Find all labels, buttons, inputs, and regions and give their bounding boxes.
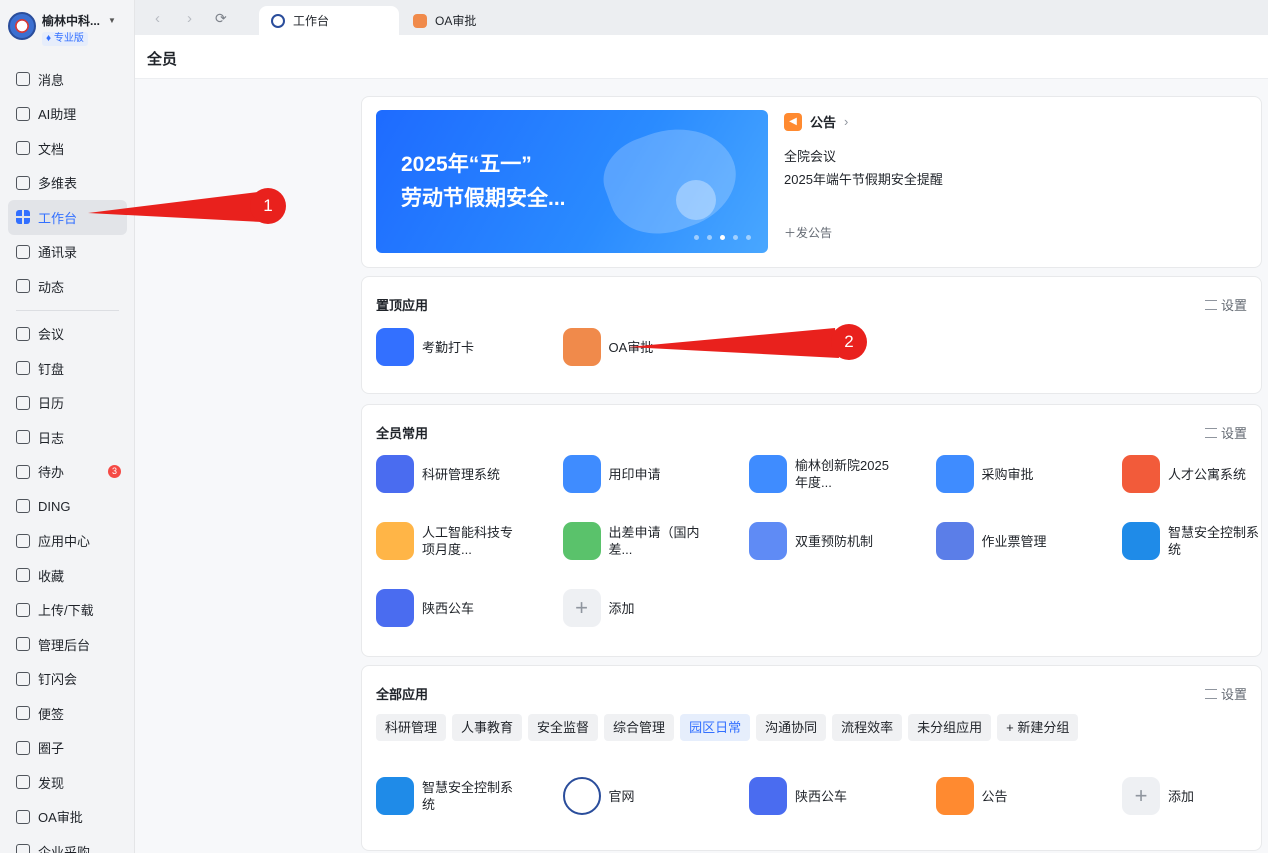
annotation-arrow-2 [628,328,839,358]
annotation-callout-1: 1 [250,188,286,224]
annotation-arrow-1 [88,192,262,222]
annotation-callout-2: 2 [831,324,867,360]
annotation-arrows [88,192,839,358]
